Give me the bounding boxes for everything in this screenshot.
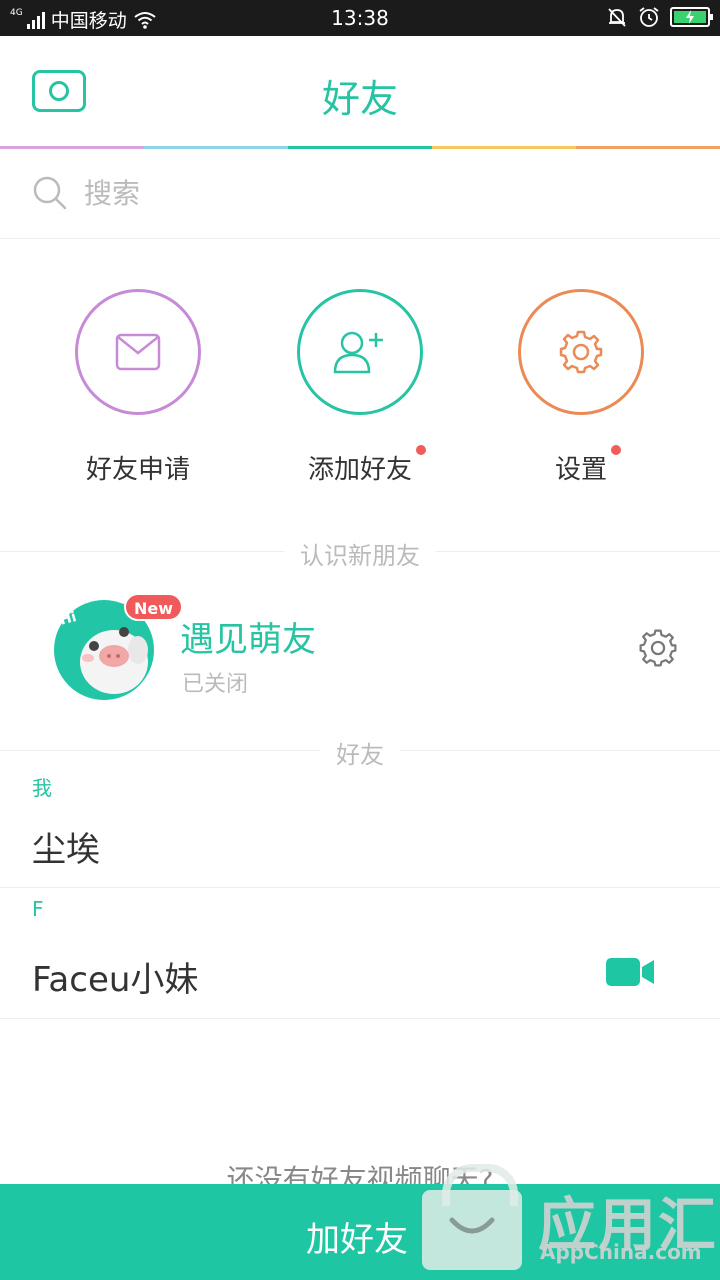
notification-dot [416,445,426,455]
friend-name: 尘埃 [32,830,100,870]
settings-button[interactable]: 设置 [496,289,666,486]
avatar-hi-text: Hi [58,609,78,629]
group-header-me: 我 [32,776,52,800]
friend-row[interactable]: Faceu小妹 [0,940,720,1010]
search-bar [0,149,720,239]
status-bar: 4G 中国移动 13:38 [0,0,720,36]
settings-label: 设置 [555,445,621,486]
mail-icon [115,333,161,371]
section-title-friends: 好友 [0,735,720,770]
page-title: 好友 [321,77,398,121]
friend-requests-label: 好友申请 [85,455,190,485]
friend-name: Faceu小妹 [32,960,199,1000]
gear-icon [559,330,603,374]
meet-friends-title: 遇见萌友 [180,620,316,660]
add-friend-label: 添加好友 [308,445,426,486]
video-call-icon[interactable] [604,956,656,988]
row-divider [0,1018,720,1019]
friend-row[interactable]: 尘埃 [0,810,720,880]
meet-settings-gear-icon[interactable] [638,628,678,668]
group-header-f: F [32,897,44,921]
notification-dot [611,445,621,455]
search-icon [33,176,67,210]
add-friend-bottom-label: 加好友 [306,1220,408,1260]
new-badge: New [124,593,184,621]
add-friend-button[interactable]: 添加好友 [275,289,445,486]
add-friend-circle[interactable] [297,289,423,415]
friend-requests-button[interactable]: 好友申请 [53,289,223,486]
search-input[interactable] [84,173,644,213]
app-header: 好友 [0,36,720,146]
battery-icon [670,7,713,27]
add-user-icon [333,331,383,374]
mute-icon [608,8,626,27]
meet-friends-status: 已关闭 [182,672,249,697]
row-divider [0,887,720,888]
alarm-icon [639,7,659,27]
section-title-discover: 认识新朋友 [0,536,720,571]
settings-circle[interactable] [518,289,644,415]
add-friend-bottom-button[interactable]: 加好友 [0,1184,720,1280]
friend-requests-circle[interactable] [75,289,201,415]
